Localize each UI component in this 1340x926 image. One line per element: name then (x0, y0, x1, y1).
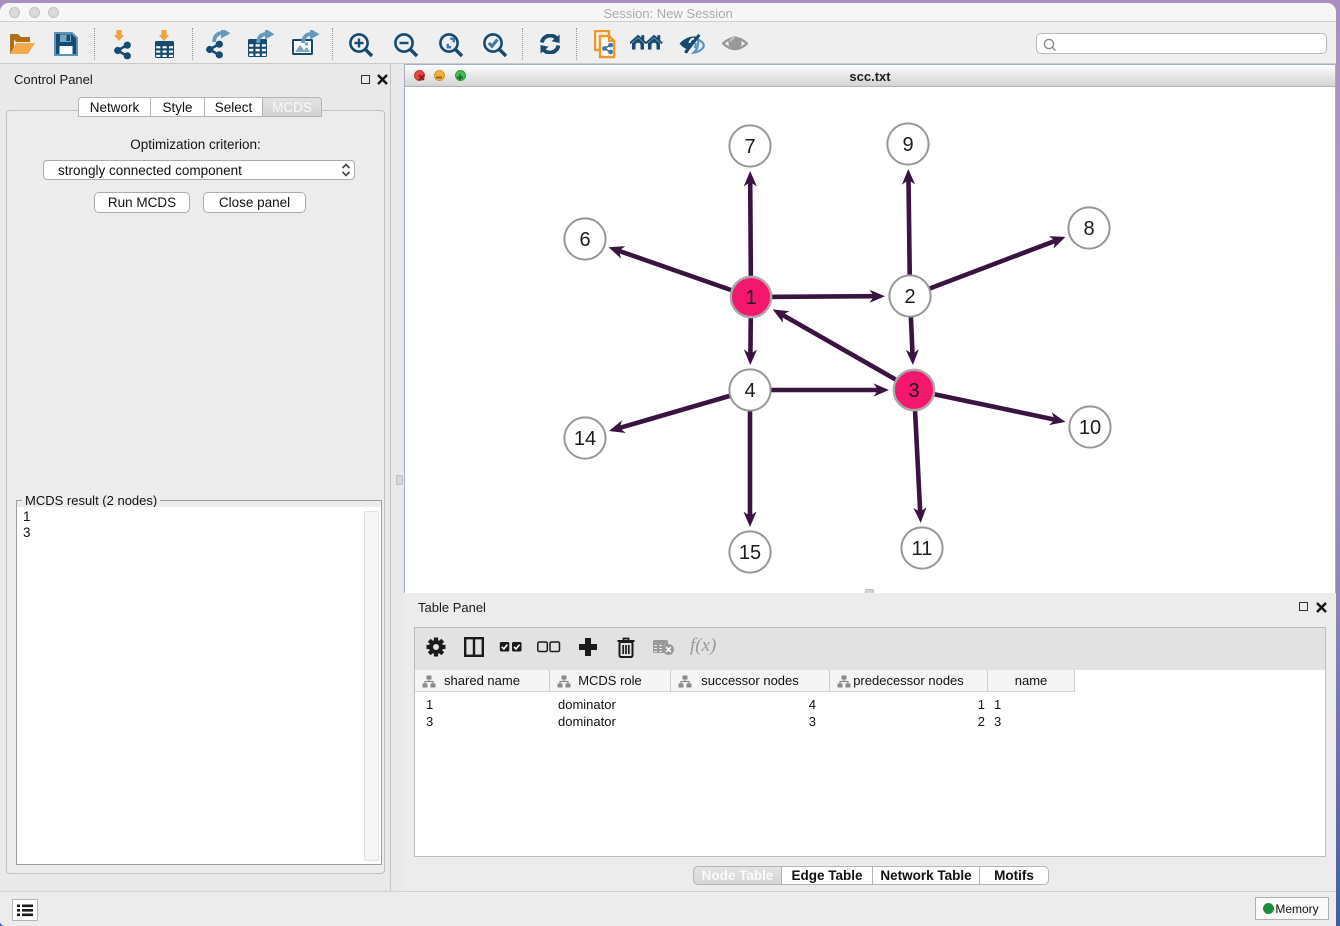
svg-text:8: 8 (1083, 218, 1094, 240)
svg-text:14: 14 (574, 428, 596, 450)
svg-text:15: 15 (739, 542, 761, 564)
svg-text:11: 11 (912, 538, 933, 560)
svg-text:2: 2 (904, 286, 915, 308)
svg-text:1: 1 (745, 287, 756, 309)
svg-text:6: 6 (579, 229, 590, 251)
svg-text:3: 3 (908, 380, 919, 402)
svg-text:9: 9 (902, 134, 913, 156)
svg-text:7: 7 (744, 136, 755, 158)
svg-text:10: 10 (1079, 417, 1101, 439)
svg-text:4: 4 (744, 380, 755, 402)
